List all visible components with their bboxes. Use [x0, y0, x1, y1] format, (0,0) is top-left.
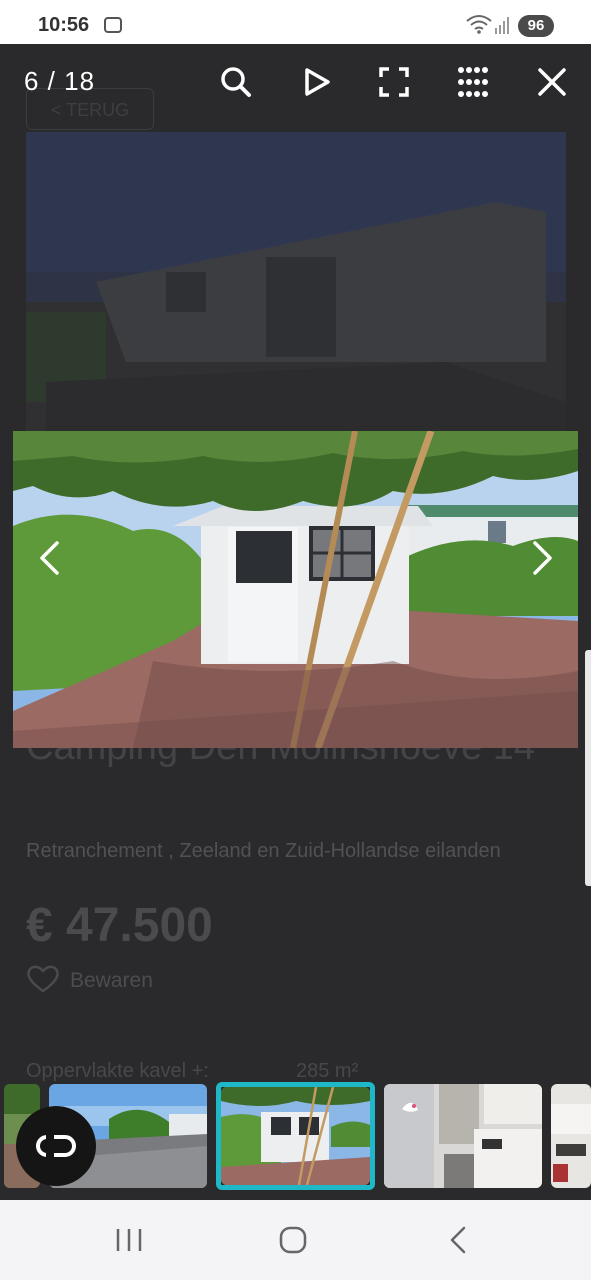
heart-icon [27, 965, 59, 993]
status-bar: 10:56 96 [0, 0, 591, 44]
image-counter: 6 / 18 [24, 66, 96, 96]
edge-panel-handle[interactable] [585, 650, 591, 886]
thumbnail[interactable] [551, 1084, 591, 1188]
fullscreen-icon[interactable] [374, 62, 414, 102]
search-icon[interactable] [216, 62, 256, 102]
close-icon[interactable] [532, 62, 572, 102]
listing-hero-photo [26, 132, 566, 432]
screen-record-icon [104, 17, 122, 33]
signal-icon [495, 17, 509, 34]
save-listing: Bewaren [26, 964, 153, 1000]
system-navigation-bar [0, 1200, 591, 1280]
grid-icon[interactable] [453, 62, 493, 102]
play-icon[interactable] [296, 62, 336, 102]
recent-apps-icon[interactable] [112, 1225, 146, 1255]
cobrowse-button[interactable] [16, 1106, 96, 1186]
back-icon[interactable] [442, 1224, 476, 1256]
battery-badge: 96 [518, 15, 554, 37]
save-label: Bewaren [70, 969, 153, 992]
next-image-chevron-icon[interactable] [520, 537, 562, 579]
listing-price: € 47.500 [26, 899, 213, 952]
listing-location: Retranchement , Zeeland en Zuid-Hollands… [26, 840, 501, 862]
wifi-icon [466, 15, 492, 34]
previous-image-chevron-icon[interactable] [30, 537, 72, 579]
spec-label: Oppervlakte kavel +: [26, 1060, 209, 1082]
main-photo[interactable] [13, 431, 578, 748]
home-icon[interactable] [276, 1224, 310, 1256]
thumbnail[interactable] [384, 1084, 542, 1188]
active-thumbnail-frame [216, 1082, 375, 1190]
link-icon [36, 1135, 76, 1157]
spec-value: 285 m² [296, 1060, 359, 1082]
status-time: 10:56 [38, 14, 90, 36]
